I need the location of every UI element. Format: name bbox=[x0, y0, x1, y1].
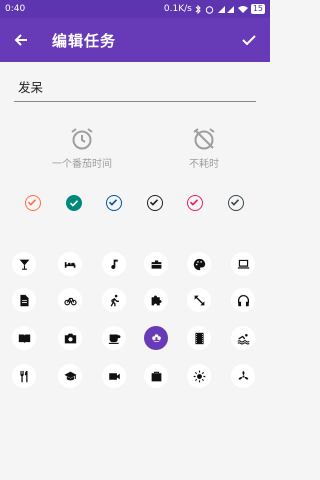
bed-icon bbox=[64, 261, 75, 268]
color-swatch[interactable] bbox=[25, 195, 41, 211]
status-time: 0:40 bbox=[5, 4, 26, 14]
bicycle-icon bbox=[63, 297, 77, 305]
arrow-back-icon bbox=[14, 34, 27, 46]
icon-option[interactable] bbox=[187, 288, 211, 312]
camera-icon bbox=[64, 333, 76, 343]
icon-option[interactable] bbox=[58, 252, 82, 276]
icon-option[interactable] bbox=[102, 364, 126, 388]
check-icon bbox=[190, 199, 199, 207]
video-camera-icon bbox=[108, 372, 120, 380]
mode-no-time-label: 不耗时 bbox=[189, 159, 219, 170]
color-swatch[interactable] bbox=[66, 195, 82, 211]
icon-option[interactable] bbox=[231, 364, 255, 388]
battery-indicator: 15 bbox=[250, 4, 265, 14]
bluetooth-icon bbox=[195, 4, 201, 14]
status-right: 0.1K/s 15 bbox=[164, 4, 265, 14]
swimming-icon bbox=[236, 333, 250, 345]
back-button[interactable] bbox=[8, 27, 34, 53]
icon-option[interactable] bbox=[231, 326, 255, 350]
mode-pomodoro[interactable]: 一个番茄时间 bbox=[37, 126, 127, 170]
color-swatch[interactable] bbox=[147, 195, 163, 211]
net-speed: 0.1K/s bbox=[163, 4, 192, 14]
palette-icon bbox=[193, 258, 205, 270]
alarm-off-icon bbox=[193, 128, 215, 150]
icon-option[interactable] bbox=[102, 326, 126, 350]
icon-option[interactable] bbox=[12, 326, 36, 350]
color-picker bbox=[0, 193, 270, 213]
signal-icon bbox=[217, 5, 234, 13]
app-bar: 编辑任务 bbox=[0, 18, 270, 62]
check-icon bbox=[69, 200, 79, 207]
fan-icon bbox=[238, 370, 248, 380]
icon-option[interactable] bbox=[187, 252, 211, 276]
icon-option[interactable] bbox=[187, 326, 211, 350]
color-swatch[interactable] bbox=[187, 195, 203, 211]
icon-option[interactable] bbox=[12, 364, 36, 388]
wifi-icon bbox=[237, 5, 248, 13]
icon-option[interactable] bbox=[12, 288, 36, 312]
confirm-button[interactable] bbox=[236, 27, 262, 53]
expand-arrows-icon bbox=[194, 295, 204, 305]
icon-option[interactable] bbox=[187, 364, 211, 388]
icon-option[interactable] bbox=[12, 252, 36, 276]
flower-icon bbox=[151, 333, 161, 342]
cocktail-icon bbox=[19, 259, 29, 270]
icon-option[interactable] bbox=[144, 326, 168, 350]
check-icon bbox=[150, 199, 159, 207]
bag-icon bbox=[151, 371, 161, 381]
page-title: 编辑任务 bbox=[52, 31, 117, 50]
icon-option[interactable] bbox=[231, 288, 255, 312]
check-icon bbox=[231, 199, 240, 207]
alarm-icon bbox=[71, 128, 93, 150]
mode-no-time[interactable]: 不耗时 bbox=[159, 126, 249, 170]
status-bar: 0:40 0.1K/s 15 bbox=[0, 0, 270, 18]
color-swatch[interactable] bbox=[106, 195, 122, 211]
icon-option[interactable] bbox=[58, 326, 82, 350]
restaurant-icon bbox=[19, 370, 28, 382]
icon-option[interactable] bbox=[58, 364, 82, 388]
headphones-icon bbox=[237, 294, 249, 306]
graduation-cap-icon bbox=[63, 371, 77, 380]
film-icon bbox=[194, 332, 204, 344]
icon-option[interactable] bbox=[231, 252, 255, 276]
alarm-status-icon bbox=[205, 5, 214, 14]
icon-option[interactable] bbox=[144, 288, 168, 312]
icon-option[interactable] bbox=[144, 364, 168, 388]
check-icon bbox=[28, 199, 37, 207]
puzzle-icon bbox=[151, 294, 162, 305]
laptop-icon bbox=[237, 259, 249, 269]
icon-option[interactable] bbox=[144, 252, 168, 276]
task-name-input[interactable]: 发呆 bbox=[14, 74, 256, 102]
running-icon bbox=[110, 294, 119, 306]
music-note-icon bbox=[110, 259, 118, 269]
mode-pomodoro-label: 一个番茄时间 bbox=[52, 159, 112, 170]
book-open-icon bbox=[18, 333, 30, 343]
briefcase-tools-icon bbox=[151, 259, 161, 269]
coffee-cup-icon bbox=[108, 333, 120, 344]
document-icon bbox=[19, 294, 29, 306]
check-icon bbox=[242, 35, 256, 46]
icon-option[interactable] bbox=[102, 252, 126, 276]
sun-icon bbox=[193, 370, 205, 382]
check-icon bbox=[109, 199, 118, 207]
icon-option[interactable] bbox=[102, 288, 126, 312]
icon-option[interactable] bbox=[58, 288, 82, 312]
color-swatch[interactable] bbox=[228, 195, 244, 211]
